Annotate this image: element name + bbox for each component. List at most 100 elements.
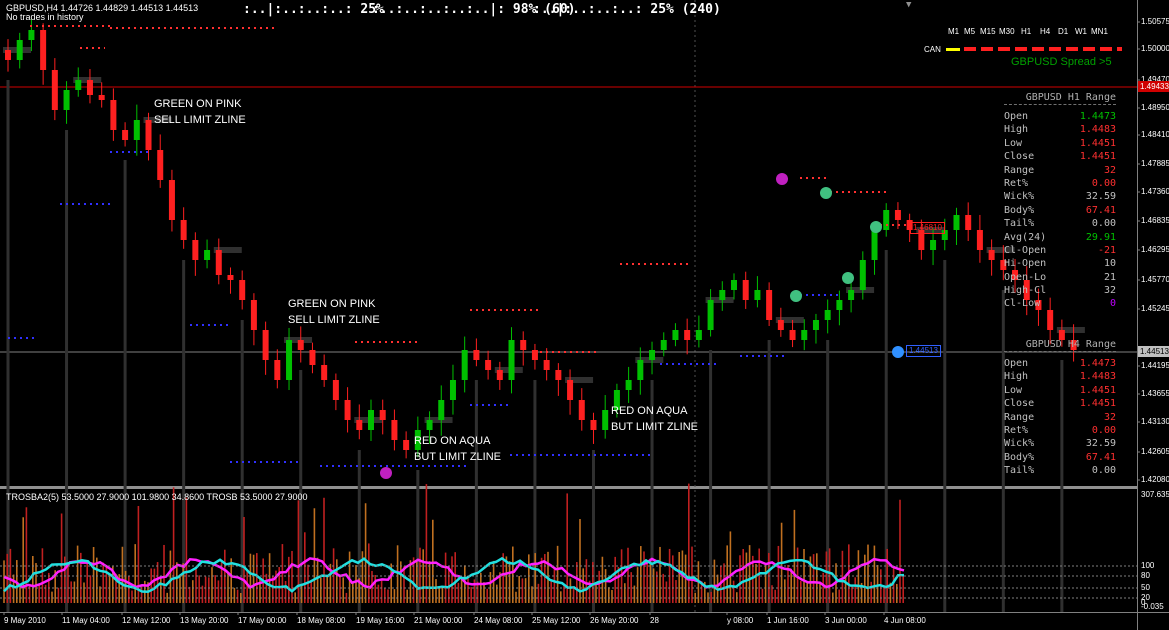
price-axis-label: 1.42605 <box>1141 447 1169 456</box>
candle-body <box>403 440 410 450</box>
candle-body <box>262 330 269 360</box>
current-price-tag: 1.44513 <box>1138 346 1169 357</box>
candle-body <box>742 280 749 300</box>
panel-value: 67.41 <box>1085 451 1116 463</box>
candle-body <box>789 330 796 340</box>
candle-body <box>953 215 960 230</box>
candle-body <box>859 260 866 290</box>
h4-row-low: Low 1.4451 <box>1004 384 1116 397</box>
panel-label: Open <box>1004 358 1029 369</box>
panel-label: High <box>1004 371 1029 383</box>
candle-body <box>16 40 23 60</box>
time-axis-label: 26 May 20:00 <box>590 616 639 625</box>
panel-label: Hi-Open <box>1004 258 1047 270</box>
panel-value: 1.4473 <box>1079 111 1116 122</box>
h4-row-body-: Body% 67.41 <box>1004 451 1116 464</box>
candle-body <box>332 380 339 400</box>
candle-body <box>965 215 972 230</box>
green-marker-icon <box>842 272 854 284</box>
panel-label: Body% <box>1004 204 1035 216</box>
candle-body <box>286 340 293 380</box>
candle-body <box>274 360 281 380</box>
time-axis-label: 25 May 12:00 <box>532 616 581 625</box>
candle-body <box>555 370 562 380</box>
panel-value: 0.00 <box>1091 424 1116 436</box>
panel-value: 1.4451 <box>1079 398 1116 410</box>
time-axis-label: 12 May 12:00 <box>122 616 171 625</box>
panel-value: 1.4451 <box>1079 151 1116 163</box>
h1-row-range: Range 32 <box>1004 164 1116 177</box>
panel-label: Wick% <box>1004 438 1035 450</box>
panel-value: 21 <box>1103 271 1116 283</box>
candle-body <box>824 310 831 320</box>
can-red-dash <box>964 47 1122 51</box>
chevron-down-icon[interactable]: ▼ <box>906 0 911 10</box>
candle-body <box>40 30 47 70</box>
candle-body <box>473 350 480 360</box>
candle-body <box>28 30 35 40</box>
h4-row-high: High 1.4483 <box>1004 370 1116 383</box>
timeframe-mn1[interactable]: MN1 <box>1091 27 1108 36</box>
candle-body <box>801 330 808 340</box>
candle-body <box>695 330 702 340</box>
timeframe-h1[interactable]: H1 <box>1021 27 1031 36</box>
annotation-2: GREEN ON PINK SELL LIMIT ZLINE <box>288 298 380 326</box>
green-marker-icon <box>870 221 882 233</box>
panel-label: Body% <box>1004 451 1035 463</box>
spread-label: GBPUSD Spread >5 <box>1011 56 1112 68</box>
panel-value: 32 <box>1103 285 1116 297</box>
candle-body <box>145 120 152 150</box>
time-axis-label: 21 May 00:00 <box>414 616 463 625</box>
candle-body <box>590 420 597 430</box>
candle-body <box>543 360 550 370</box>
indicator-separator[interactable] <box>0 486 1137 489</box>
candle-body <box>86 80 93 95</box>
indicator-label: TROSBA2(5) 53.5000 27.9000 101.9800 34.8… <box>6 492 308 502</box>
candle-body <box>976 230 983 250</box>
h4-range-panel: GBPUSD H4 Range Open 1.4473 High 1.4483 Low 1… <box>1004 339 1116 478</box>
h1-row-wick-: Wick% 32.59 <box>1004 190 1116 203</box>
panel-value: 1.4451 <box>1079 137 1116 149</box>
price-axis-label: 1.47885 <box>1141 159 1169 168</box>
time-axis-label: 24 May 08:00 <box>474 616 523 625</box>
candle-body <box>51 70 58 110</box>
indicator-axis-label: 50 <box>1141 583 1150 592</box>
h4-row-range: Range 32 <box>1004 411 1116 424</box>
panel-label: Wick% <box>1004 191 1035 203</box>
candle-body <box>883 210 890 230</box>
price-axis-label: 1.42080 <box>1141 475 1169 484</box>
timeframe-m5[interactable]: M5 <box>964 27 975 36</box>
pink-marker-icon <box>380 467 392 479</box>
panel-value: -21 <box>1097 244 1116 256</box>
candle-body <box>438 400 445 420</box>
panel-value: 1.4483 <box>1079 124 1116 136</box>
price-axis-label: 1.48410 <box>1141 130 1169 139</box>
timeframe-m15[interactable]: M15 <box>980 27 996 36</box>
price-axis-label: 1.43655 <box>1141 389 1169 398</box>
price-chart[interactable] <box>0 0 1169 630</box>
candle-body <box>461 350 468 380</box>
timeframe-m30[interactable]: M30 <box>999 27 1015 36</box>
timeframe-h4[interactable]: H4 <box>1040 27 1050 36</box>
h4-row-close: Close 1.4451 <box>1004 397 1116 410</box>
timeframe-d1[interactable]: D1 <box>1058 27 1068 36</box>
candle-body <box>75 80 82 90</box>
h4-row-wick-: Wick% 32.59 <box>1004 437 1116 450</box>
candle-body <box>567 380 574 400</box>
candle-body <box>379 410 386 420</box>
can-yellow-bar <box>946 48 960 51</box>
price-axis-label: 1.45245 <box>1141 304 1169 313</box>
timeframe-m1[interactable]: M1 <box>948 27 959 36</box>
candle-body <box>836 300 843 310</box>
panel-label: Low <box>1004 384 1023 396</box>
candle-body <box>133 120 140 140</box>
h1-row-ret-: Ret% 0.00 <box>1004 177 1116 190</box>
candle-body <box>250 300 257 330</box>
candle-body <box>731 280 737 290</box>
timeframe-w1[interactable]: W1 <box>1075 27 1087 36</box>
mt4-chart-window[interactable]: GBPUSD,H4 1.44726 1.44829 1.44513 1.4451… <box>0 0 1169 630</box>
panel-value: 29.91 <box>1085 231 1116 243</box>
can-label: CAN <box>924 45 941 54</box>
price-axis-label: 1.46295 <box>1141 245 1169 254</box>
panel-label: Cl-Open <box>1004 244 1047 256</box>
